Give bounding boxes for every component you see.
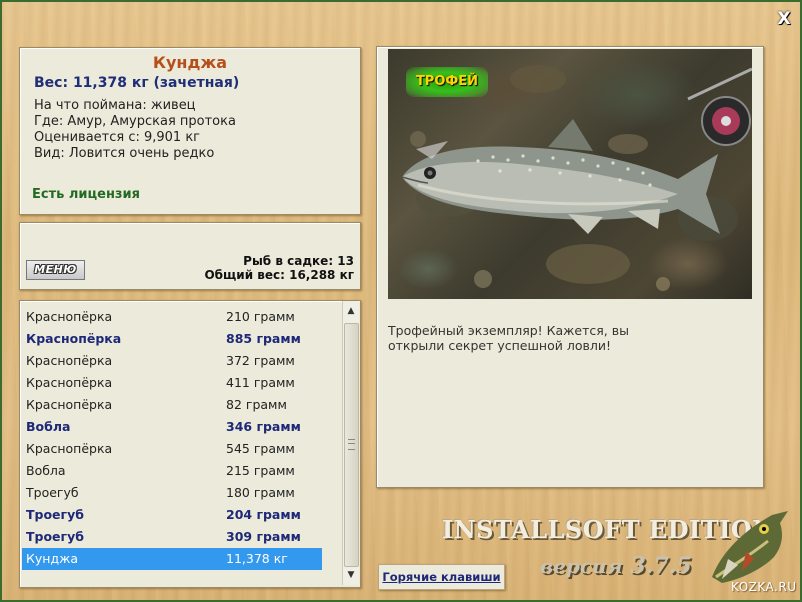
scroll-thumb[interactable] xyxy=(344,323,359,567)
total-weight: Общий вес: 16,288 кг xyxy=(204,268,354,282)
pike-logo-icon xyxy=(712,511,788,583)
catch-row-weight: 411 грамм xyxy=(226,375,295,390)
fish-count: Рыб в садке: 13 xyxy=(243,254,354,268)
scrollbar[interactable]: ▲ ▼ xyxy=(342,301,359,585)
catch-row-name: Кунджа xyxy=(26,551,79,566)
catch-row-name: Краснопёрка xyxy=(26,441,113,456)
catch-row[interactable]: Краснопёрка 82 грамм xyxy=(22,394,322,416)
scroll-up-icon[interactable]: ▲ xyxy=(343,303,359,319)
grip-icon xyxy=(348,439,355,450)
catch-row-name: Вобла xyxy=(26,419,71,434)
catch-row[interactable]: Краснопёрка 545 грамм xyxy=(22,438,322,460)
catch-row-weight: 210 грамм xyxy=(226,309,295,324)
catch-list-panel: Краснопёрка 210 грамм Краснопёрка 885 грамм… xyxy=(19,300,361,588)
version-word: версия xyxy=(540,554,623,578)
catch-row-weight: 309 грамм xyxy=(226,529,301,544)
catch-row-name: Краснопёрка xyxy=(26,353,113,368)
catch-row-weight: 82 грамм xyxy=(226,397,287,412)
catch-row-weight: 885 грамм xyxy=(226,331,301,346)
catch-row-name: Вобла xyxy=(26,463,66,478)
rating-line: Оценивается с: 9,901 кг xyxy=(34,130,201,145)
fish-photo: ТРОФЕЙ xyxy=(388,49,752,299)
hotkeys-label: Горячие клавиши xyxy=(382,570,501,584)
fish-weight: Вес: 11,378 кг (зачетная) xyxy=(34,75,240,91)
menu-button[interactable]: МЕНЮ xyxy=(26,260,85,280)
rarity-line: Вид: Ловится очень редко xyxy=(34,146,215,161)
catch-row[interactable]: Вобла 215 грамм xyxy=(22,460,322,482)
catch-row[interactable]: Кунджа 11,378 кг xyxy=(22,548,322,570)
game-window: X Кунджа Вес: 11,378 кг (зачетная) На чт… xyxy=(0,0,802,602)
site-label: KOZKA.RU xyxy=(731,580,797,594)
version-number: 3.7.5 xyxy=(630,553,692,579)
catch-row[interactable]: Краснопёрка 411 грамм xyxy=(22,372,322,394)
catch-row-weight: 11,378 кг xyxy=(226,551,288,566)
catch-row-name: Троегуб xyxy=(26,485,79,500)
catch-row-weight: 372 грамм xyxy=(226,353,295,368)
catch-row[interactable]: Краснопёрка 885 грамм xyxy=(22,328,322,350)
catch-row-weight: 215 грамм xyxy=(226,463,295,478)
hotkeys-button[interactable]: Горячие клавиши xyxy=(378,564,505,590)
catch-row-name: Краснопёрка xyxy=(26,309,113,324)
trophy-panel: ТРОФЕЙ Трофейный экземпляр! Кажется, вы … xyxy=(376,46,764,488)
scroll-down-icon[interactable]: ▼ xyxy=(343,567,359,583)
catch-row[interactable]: Троегуб 180 грамм xyxy=(22,482,322,504)
catch-row-weight: 545 грамм xyxy=(226,441,295,456)
trophy-badge: ТРОФЕЙ xyxy=(406,67,488,97)
catch-row-weight: 346 грамм xyxy=(226,419,301,434)
catch-row-name: Краснопёрка xyxy=(26,375,113,390)
location-line: Где: Амур, Амурская протока xyxy=(34,114,236,129)
trophy-message: Трофейный экземпляр! Кажется, вы открыли… xyxy=(388,323,629,353)
catch-row-name: Краснопёрка xyxy=(26,397,113,412)
bait-line: На что поймана: живец xyxy=(34,98,196,113)
version-label: версия 3.7.5 xyxy=(540,553,692,579)
catch-row[interactable]: Краснопёрка 210 грамм xyxy=(22,306,322,328)
license-status: Есть лицензия xyxy=(32,187,140,202)
catch-row-name: Троегуб xyxy=(26,507,84,522)
catch-row[interactable]: Краснопёрка 372 грамм xyxy=(22,350,322,372)
fish-name: Кунджа xyxy=(152,53,228,72)
catch-row[interactable]: Троегуб 309 грамм xyxy=(22,526,322,548)
close-icon[interactable]: X xyxy=(775,10,793,28)
catch-row[interactable]: Троегуб 204 грамм xyxy=(22,504,322,526)
catch-row-name: Краснопёрка xyxy=(26,331,122,346)
keepnet-panel: МЕНЮ Рыб в садке: 13 Общий вес: 16,288 к… xyxy=(19,222,361,290)
catch-row-weight: 180 грамм xyxy=(226,485,295,500)
catch-row-name: Троегуб xyxy=(26,529,84,544)
fish-info-panel: Кунджа Вес: 11,378 кг (зачетная) На что … xyxy=(19,47,361,215)
catch-row[interactable]: Вобла 346 грамм xyxy=(22,416,322,438)
catch-row-weight: 204 грамм xyxy=(226,507,301,522)
